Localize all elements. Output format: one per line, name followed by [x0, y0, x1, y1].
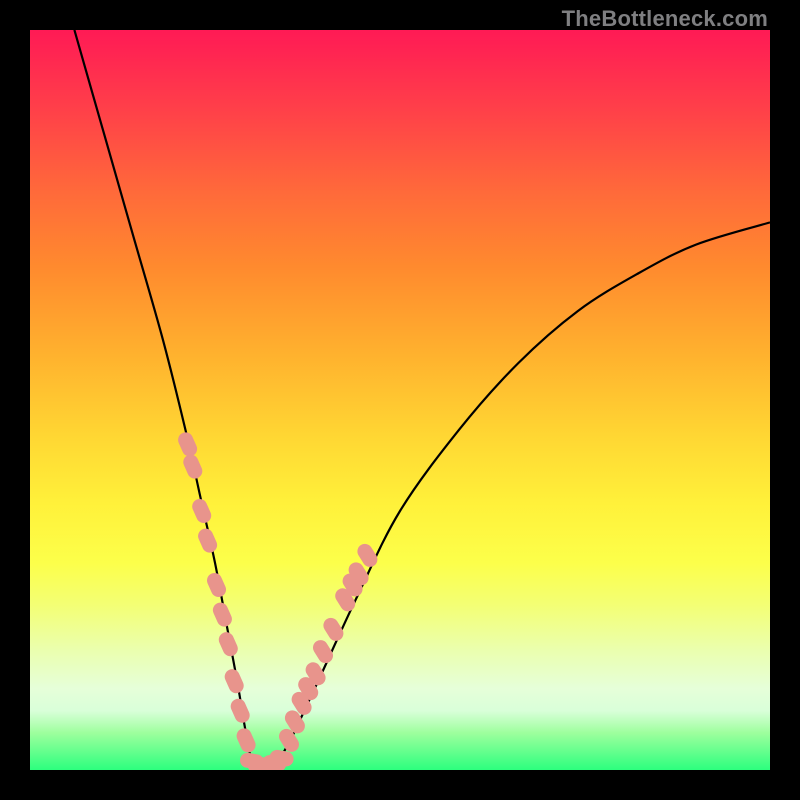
- highlight-dot: [226, 640, 230, 649]
- highlight-dot: [200, 507, 204, 516]
- highlight-dot: [206, 536, 210, 545]
- highlight-dot: [186, 440, 190, 449]
- highlight-dot: [238, 706, 242, 715]
- chart-frame: TheBottleneck.com: [0, 0, 800, 800]
- curve-svg: [30, 30, 770, 770]
- highlight-dot: [244, 736, 248, 745]
- bottleneck-curve: [74, 30, 770, 770]
- highlight-dot: [356, 570, 361, 578]
- highlight-dot: [215, 581, 219, 590]
- highlight-dot: [277, 757, 286, 759]
- dots-left: [186, 440, 249, 745]
- highlight-dot: [365, 551, 370, 559]
- highlight-dot: [232, 677, 236, 686]
- highlight-dot: [306, 685, 311, 693]
- dots-right: [287, 551, 370, 744]
- highlight-dot: [287, 736, 292, 744]
- highlight-dot: [331, 625, 336, 633]
- curve-path-group: [74, 30, 770, 770]
- highlight-dot: [343, 596, 348, 604]
- highlight-dot: [220, 610, 224, 619]
- highlight-dot: [321, 648, 326, 656]
- highlight-dot: [292, 718, 297, 726]
- plot-area: [30, 30, 770, 770]
- attribution-label: TheBottleneck.com: [562, 6, 768, 32]
- highlight-dot: [313, 670, 318, 678]
- highlight-dot: [191, 462, 195, 471]
- dots-bottom: [248, 757, 287, 766]
- highlight-dot: [299, 699, 304, 707]
- highlight-dot: [350, 581, 355, 589]
